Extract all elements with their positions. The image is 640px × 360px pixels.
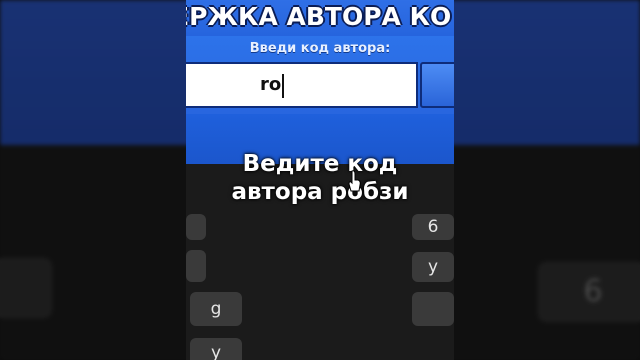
key-6[interactable]: 6 xyxy=(412,214,454,240)
background-key-right: 6 xyxy=(538,262,640,322)
key-g[interactable]: g xyxy=(190,292,242,326)
key-y-right[interactable]: y xyxy=(412,252,454,282)
caption-line2: автора робзи xyxy=(231,179,409,205)
key-left-1[interactable] xyxy=(186,214,206,240)
key-y[interactable]: y xyxy=(190,338,242,360)
creator-code-value: ro xyxy=(260,74,282,95)
caption-line1: Ведите код xyxy=(242,151,398,177)
confirm-button[interactable] xyxy=(420,62,454,108)
text-caret xyxy=(282,74,284,98)
video-caption: Ведите код автора робзи xyxy=(186,150,454,206)
key-right-3[interactable] xyxy=(412,292,454,326)
game-header-bar: ЕРЖКА АВТОРА КО xyxy=(186,0,454,40)
key-left-2[interactable] xyxy=(186,250,206,282)
header-title: ЕРЖКА АВТОРА КО xyxy=(186,2,452,31)
video-panel: ЕРЖКА АВТОРА КО Введи код автора: ro g y… xyxy=(186,0,454,360)
creator-code-dialog: Введи код автора: ro xyxy=(186,36,454,164)
creator-code-input[interactable]: ro xyxy=(186,62,418,108)
background-key-left xyxy=(0,258,52,318)
creator-code-prompt: Введи код автора: xyxy=(249,41,391,56)
hand-cursor-icon xyxy=(348,170,361,192)
